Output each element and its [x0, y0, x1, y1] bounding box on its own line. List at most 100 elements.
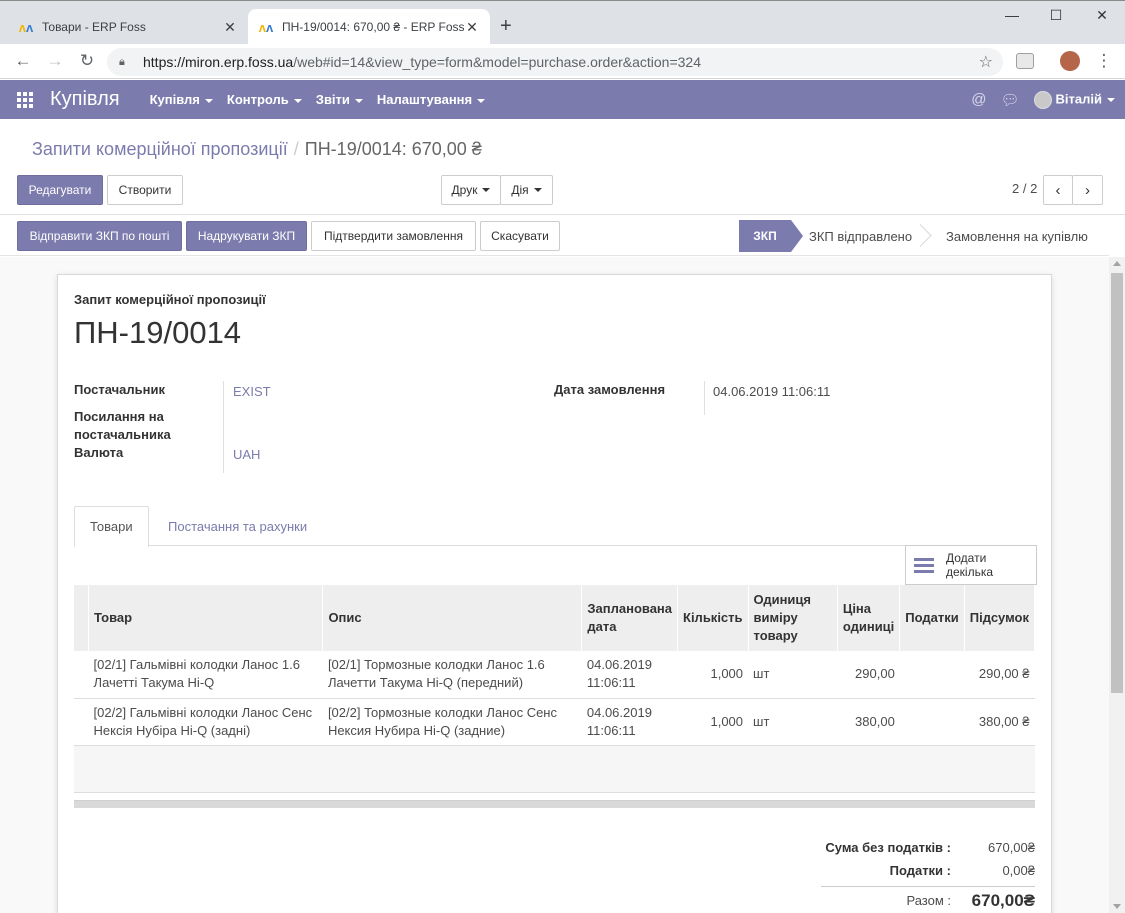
action-dropdown[interactable]: Дія — [500, 175, 553, 205]
vendor-ref-label: Посилання на постачальника — [74, 409, 171, 442]
order-totals: Сума без податків :670,00₴ Податки :0,00… — [675, 836, 1035, 913]
pager-value: 2 / 2 — [1012, 181, 1038, 196]
maximize-icon[interactable]: ☐ — [1034, 7, 1078, 24]
document-type-label: Запит комерційної пропозиції — [74, 292, 266, 307]
erp-favicon-icon: ᴧᴧ — [258, 19, 274, 35]
browser-tab-order[interactable]: ᴧᴧ ПН-19/0014: 670,00 ₴ - ERP Foss ✕ — [248, 9, 490, 45]
table-row[interactable]: [02/1] Гальмівні колодки Ланос 1.6 Лачетт… — [74, 651, 1035, 699]
column-subtotal[interactable]: Підсумок — [964, 585, 1036, 651]
breadcrumb-current: ПН-19/0014: 670,00 ₴ — [304, 139, 482, 159]
field-separator — [704, 381, 705, 415]
app-title: Купівля — [50, 88, 120, 110]
handle-column — [74, 585, 90, 651]
scrollbar-thumb[interactable] — [1111, 273, 1123, 693]
table-row[interactable]: [02/2] Гальмівні колодки Ланос Сенс Нексі… — [74, 698, 1035, 746]
erp-favicon-icon: ᴧᴧ — [18, 19, 34, 35]
vendor-label: Постачальник — [74, 382, 165, 397]
breadcrumb: Запити комерційної пропозиції / ПН-19/0014… — [32, 139, 482, 159]
menu-control[interactable]: Контроль — [227, 92, 302, 107]
cell-subtotal: 290,00 ₴ — [964, 651, 1035, 699]
browser-tab-products[interactable]: ᴧᴧ Товари - ERP Foss ✕ — [8, 9, 248, 45]
cell-description: [02/2] Тормозные колодки Ланос Сенс Некси… — [322, 698, 582, 746]
order-date-field[interactable]: 04.06.2019 11:06:11 — [713, 384, 830, 399]
untaxed-total-row: Сума без податків :670,00₴ — [825, 840, 1035, 855]
menu-purchase[interactable]: Купівля — [150, 92, 213, 107]
vendor-field[interactable]: EXIST — [233, 384, 271, 399]
browser-tab-title: ПН-19/0014: 670,00 ₴ - ERP Foss — [282, 20, 464, 34]
table-footer — [74, 800, 1035, 808]
user-menu[interactable]: Віталій — [1033, 90, 1115, 109]
column-description[interactable]: Опис — [322, 585, 583, 651]
taxes-total-row: Податки :0,00₴ — [889, 863, 1035, 878]
vertical-scrollbar[interactable] — [1109, 257, 1125, 913]
confirm-order-button[interactable]: Підтвердити замовлення — [311, 221, 476, 251]
column-product[interactable]: Товар — [88, 585, 324, 651]
close-window-icon[interactable]: ✕ — [1080, 7, 1124, 24]
browser-menu-icon[interactable]: ⋮ — [1092, 51, 1116, 71]
browser-toolbar: ← → ↻ 🔒︎ https://miron.erp.foss.ua/web#i… — [0, 44, 1125, 79]
cell-date: 04.06.2019 11:06:11 — [581, 698, 678, 746]
currency-field[interactable]: UAH — [233, 447, 260, 462]
new-tab-button[interactable]: + — [500, 15, 512, 38]
tab-products[interactable]: Товари — [74, 506, 149, 547]
address-bar[interactable]: 🔒︎ https://miron.erp.foss.ua/web#id=14&v… — [107, 48, 1003, 76]
menu-reports[interactable]: Звіти — [316, 92, 363, 107]
order-date-label: Дата замовлення — [554, 382, 666, 397]
close-tab-icon[interactable]: ✕ — [222, 19, 238, 36]
chat-icon[interactable]: 💬︎ — [1000, 91, 1019, 109]
extension-icon[interactable] — [1016, 53, 1034, 69]
field-separator — [223, 381, 224, 473]
close-tab-icon[interactable]: ✕ — [464, 19, 480, 36]
notebook-tabs: Товари Постачання та рахунки — [74, 506, 1036, 547]
stage-purchase-order[interactable]: Замовлення на купівлю — [946, 220, 1088, 252]
add-multiple-button[interactable]: Додати декілька — [905, 545, 1037, 585]
column-taxes[interactable]: Податки — [899, 585, 965, 651]
print-rfq-button[interactable]: Надрукувати ЗКП — [186, 221, 307, 251]
cell-unit-price: 290,00 — [837, 651, 900, 699]
cell-description: [02/1] Тормозные колодки Ланос 1.6 Лачетт… — [322, 651, 582, 699]
column-uom[interactable]: Одиниця виміру товару — [748, 585, 838, 651]
grand-total-row: Разом :670,00₴ — [821, 886, 1035, 913]
column-unit-price[interactable]: Ціна одиниці — [837, 585, 901, 651]
cancel-button[interactable]: Скасувати — [480, 221, 560, 251]
column-quantity[interactable]: Кількість — [677, 585, 749, 651]
profile-avatar[interactable] — [1060, 51, 1080, 71]
empty-row — [74, 745, 1035, 793]
browser-tab-title: Товари - ERP Foss — [42, 20, 146, 34]
cell-quantity: 1,000 — [677, 651, 749, 699]
pager-previous-button[interactable]: ‹ — [1043, 175, 1073, 205]
browser-tab-strip: ᴧᴧ Товари - ERP Foss ✕ ᴧᴧ ПН-19/0014: 67… — [0, 0, 1125, 45]
cell-uom: шт — [748, 698, 838, 746]
cell-taxes — [899, 651, 965, 699]
cell-product: [02/2] Гальмівні колодки Ланос Сенс Нексі… — [88, 698, 323, 746]
reload-icon[interactable]: ↻ — [75, 51, 99, 71]
pager-next-button[interactable]: › — [1072, 175, 1103, 205]
tab-deliveries-invoices[interactable]: Постачання та рахунки — [153, 506, 322, 546]
stage-rfq: ЗКП — [739, 220, 803, 252]
breadcrumb-parent[interactable]: Запити комерційної пропозиції — [32, 139, 288, 159]
edit-button[interactable]: Редагувати — [17, 175, 103, 205]
apps-menu-icon[interactable] — [0, 80, 50, 119]
scroll-up-icon[interactable] — [1113, 261, 1121, 266]
back-icon[interactable]: ← — [11, 51, 35, 71]
bookmark-star-icon[interactable]: ☆ — [979, 52, 993, 72]
form-view: Запит комерційної пропозиції ПН-19/0014 … — [0, 257, 1109, 913]
column-scheduled-date[interactable]: Запланована дата — [581, 585, 679, 651]
forward-icon[interactable]: → — [43, 51, 67, 71]
form-statusbar: Відправити ЗКП по пошті Надрукувати ЗКП … — [0, 216, 1109, 256]
send-rfq-button[interactable]: Відправити ЗКП по пошті — [17, 221, 182, 251]
menu-settings[interactable]: Налаштування — [377, 92, 486, 107]
table-header-row: Товар Опис Запланована дата Кількість Оди… — [74, 585, 1036, 651]
document-name: ПН-19/0014 — [74, 315, 242, 350]
cell-taxes — [899, 698, 965, 746]
create-button[interactable]: Створити — [107, 175, 183, 205]
print-dropdown[interactable]: Друк — [441, 175, 501, 205]
form-sheet: Запит комерційної пропозиції ПН-19/0014 … — [57, 274, 1052, 913]
mention-icon[interactable]: @ — [971, 91, 986, 108]
minimize-icon[interactable]: — — [990, 7, 1034, 23]
stage-separator — [920, 220, 934, 252]
scroll-down-icon[interactable] — [1113, 904, 1121, 909]
cell-product: [02/1] Гальмівні колодки Ланос 1.6 Лачетт… — [88, 651, 323, 699]
stage-rfq-sent[interactable]: ЗКП відправлено — [809, 220, 912, 252]
url-host: https://miron.erp.foss.ua — [143, 54, 294, 70]
